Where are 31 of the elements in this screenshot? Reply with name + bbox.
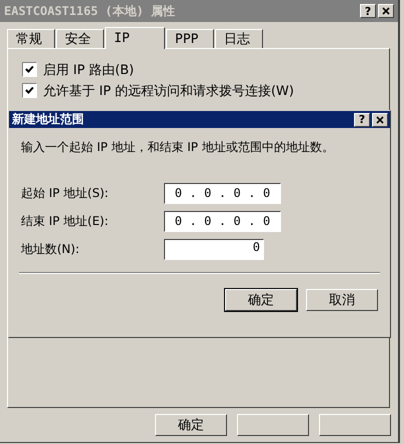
checkbox[interactable] bbox=[22, 62, 37, 77]
dialog-button[interactable]: 确定 bbox=[225, 289, 297, 311]
checkbox-label: 允许基于 IP 的远程访问和请求拨号连接(W) bbox=[43, 82, 294, 100]
field-label: 地址数(N): bbox=[21, 240, 80, 258]
field-label: 起始 IP 地址(S): bbox=[21, 184, 110, 202]
count-field[interactable]: 0 bbox=[164, 238, 264, 260]
field-label: 结束 IP 地址(E): bbox=[21, 212, 110, 230]
help-button[interactable]: ? bbox=[354, 112, 370, 126]
ip-address-field[interactable]: 0 . 0 . 0 . 0 bbox=[164, 182, 281, 204]
help-button[interactable]: ? bbox=[360, 4, 376, 18]
window-title: EASTCOAST1165 (本地) 属性 bbox=[4, 2, 175, 20]
tab[interactable]: PPP bbox=[166, 29, 214, 48]
tab[interactable]: 日志 bbox=[215, 29, 263, 48]
instruction-text: 输入一个起始 IP 地址，和结束 IP 地址或范围中的地址数。 bbox=[21, 139, 335, 156]
check-icon bbox=[25, 65, 34, 74]
close-icon bbox=[382, 7, 390, 15]
tab[interactable]: IP bbox=[105, 27, 165, 49]
dialog-button[interactable] bbox=[319, 414, 391, 436]
dialog-button[interactable] bbox=[237, 414, 309, 436]
checkbox[interactable] bbox=[22, 83, 37, 98]
tab[interactable]: 安全 bbox=[56, 29, 104, 48]
dialog-title: 新建地址范围 bbox=[12, 111, 84, 128]
close-button[interactable] bbox=[372, 112, 388, 126]
check-icon bbox=[25, 86, 34, 95]
dialog-button[interactable]: 取消 bbox=[306, 289, 378, 311]
dialog-button[interactable]: 确定 bbox=[155, 414, 227, 436]
checkbox-label: 启用 IP 路由(B) bbox=[43, 62, 134, 78]
close-icon bbox=[376, 116, 384, 124]
tab[interactable]: 常规 bbox=[7, 29, 55, 48]
ip-address-field[interactable]: 0 . 0 . 0 . 0 bbox=[164, 210, 281, 232]
close-button[interactable] bbox=[378, 4, 394, 18]
